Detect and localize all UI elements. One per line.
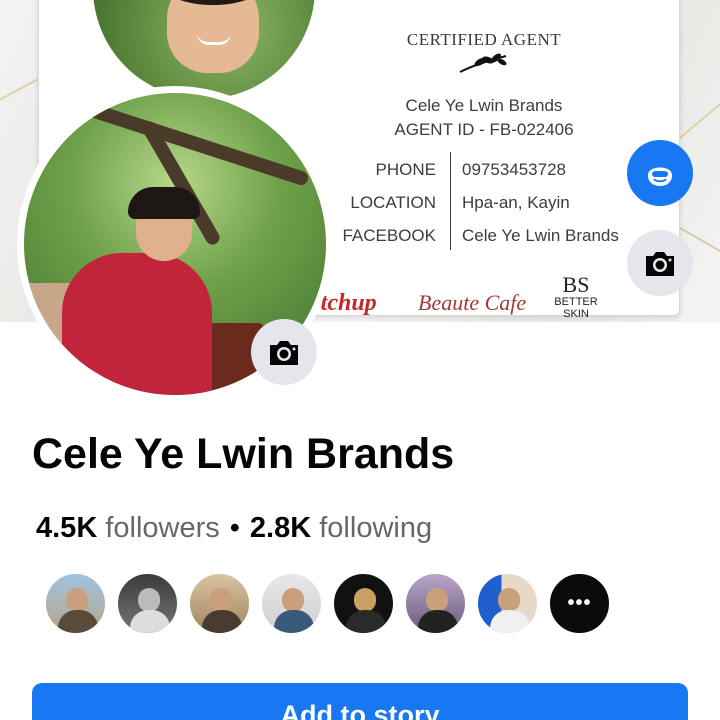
- avatar-head: [498, 588, 520, 612]
- card-row-location: LOCATION Hpa-an, Kayin: [300, 193, 640, 219]
- bs-mark: BS: [562, 272, 590, 297]
- followers-count: 4.5K: [36, 512, 98, 544]
- follower-avatar[interactable]: [260, 572, 323, 635]
- better-skin-logo: BS BETTER SKIN: [540, 272, 612, 321]
- avatar-head: [282, 588, 304, 612]
- stats-separator: •: [229, 512, 240, 544]
- follower-avatar[interactable]: [332, 572, 395, 635]
- avatar-head: [138, 588, 160, 612]
- avatar-body: [202, 610, 242, 633]
- person-hair: [128, 187, 200, 219]
- card-row-facebook: FACEBOOK Cele Ye Lwin Brands: [300, 226, 640, 252]
- card-agent-id: AGENT ID - FB-022406: [394, 120, 574, 139]
- row-value: Hpa-an, Kayin: [462, 193, 570, 212]
- follower-avatar[interactable]: [116, 572, 179, 635]
- agent-photo: [93, 0, 315, 99]
- row-label: LOCATION: [350, 193, 436, 212]
- beaute-cafe-logo: Beaute Cafe: [418, 290, 527, 315]
- row-value: 09753453728: [462, 160, 567, 179]
- edit-cover-button[interactable]: [627, 230, 693, 296]
- follower-avatar[interactable]: [476, 572, 539, 635]
- bs-label: BETTER SKIN: [554, 296, 598, 320]
- avatar-body: [418, 610, 458, 633]
- avatar-head: [426, 588, 448, 612]
- card-brand-name: Cele Ye Lwin Brands: [405, 96, 563, 115]
- avatar-body: [58, 610, 98, 633]
- more-icon: •••: [567, 592, 592, 614]
- follow-stats: 4.5K followers • 2.8K following: [36, 512, 432, 545]
- leaf-ornament-icon: [459, 53, 507, 73]
- avatar-body: [130, 610, 170, 633]
- profile-name: Cele Ye Lwin Brands: [32, 430, 455, 478]
- avatar-head: [354, 588, 376, 612]
- add-to-story-button[interactable]: Add to story: [32, 683, 688, 720]
- card-row-phone: PHONE 09753453728: [300, 160, 640, 186]
- row-value: Cele Ye Lwin Brands: [462, 226, 619, 245]
- row-label: FACEBOOK: [342, 226, 436, 245]
- avatar-body: [274, 610, 314, 633]
- more-friends-button[interactable]: •••: [548, 572, 611, 635]
- following-label: following: [319, 512, 433, 544]
- camera-icon: [646, 252, 674, 276]
- row-label: PHONE: [375, 160, 436, 179]
- avatar-body: [490, 610, 530, 633]
- card-title: CERTIFIED AGENT: [406, 30, 562, 49]
- avatar-edit-button[interactable]: [627, 140, 693, 206]
- edit-profile-picture-button[interactable]: [251, 319, 317, 385]
- follower-avatar[interactable]: [44, 572, 107, 635]
- camera-icon: [270, 341, 298, 365]
- avatar-head: [66, 588, 88, 612]
- person-body: [62, 253, 212, 395]
- follower-avatar[interactable]: [404, 572, 467, 635]
- avatar-edit-icon: [648, 167, 672, 186]
- following-link[interactable]: 2.8K following: [250, 512, 432, 544]
- follower-avatar[interactable]: [188, 572, 251, 635]
- following-count: 2.8K: [249, 512, 312, 544]
- avatar-head: [210, 588, 232, 612]
- avatar-body: [346, 610, 386, 633]
- followers-link[interactable]: 4.5K followers: [36, 512, 220, 544]
- followers-label: followers: [105, 512, 220, 544]
